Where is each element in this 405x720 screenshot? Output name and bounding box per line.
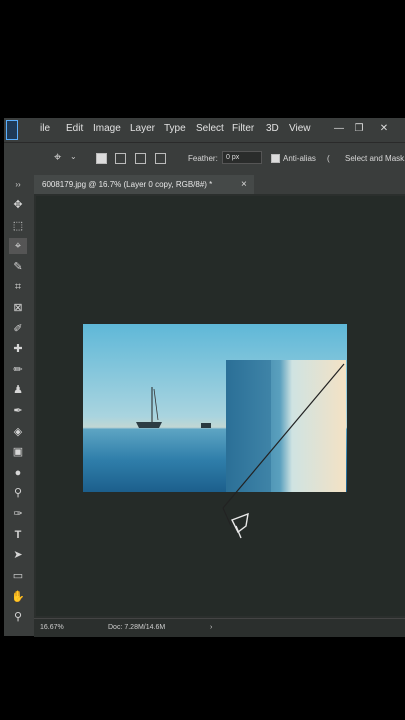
menu-layer[interactable]: Layer <box>130 123 155 134</box>
canvas-area[interactable] <box>36 196 405 616</box>
type-tool-icon[interactable]: T <box>9 527 27 543</box>
history-brush-tool-icon[interactable]: ✒ <box>9 403 27 419</box>
menu-type[interactable]: Type <box>164 123 186 134</box>
rotated-layer-copy <box>226 360 346 492</box>
canvas-artwork <box>83 324 347 539</box>
tab-close-icon[interactable]: × <box>241 175 247 194</box>
rectangle-tool-icon[interactable]: ▭ <box>9 568 27 584</box>
move-tool-icon[interactable]: ✥ <box>9 197 27 213</box>
menu-3d[interactable]: 3D <box>266 123 279 134</box>
clone-stamp-tool-icon[interactable]: ♟ <box>9 382 27 398</box>
eraser-tool-icon[interactable]: ◈ <box>9 424 27 440</box>
healing-brush-tool-icon[interactable]: ✚ <box>9 341 27 357</box>
photoshop-window: ile Edit Image Layer Type Select Filter … <box>4 118 405 637</box>
pen-tool-icon[interactable]: ✑ <box>9 506 27 522</box>
panel-collapse-icon[interactable]: ›› <box>9 177 27 193</box>
subtract-from-selection-button[interactable] <box>135 153 146 164</box>
feather-input[interactable]: 0 px <box>222 151 262 164</box>
intersect-selection-button[interactable] <box>155 153 166 164</box>
doc-size: Doc: 7.28M/14.6M <box>108 624 166 631</box>
lasso-preset-icon[interactable]: ⌖ <box>54 149 61 165</box>
video-frame: ile Edit Image Layer Type Select Filter … <box>0 0 405 720</box>
status-bar: 16.67% Doc: 7.28M/14.6M › <box>34 618 405 637</box>
document-tab-bar: 6008179.jpg @ 16.7% (Layer 0 copy, RGB/8… <box>34 175 405 194</box>
lasso-tool-icon[interactable]: ⌖ <box>9 238 27 254</box>
menu-file[interactable]: ile <box>40 123 50 134</box>
feather-label: Feather: <box>188 154 218 163</box>
frame-tool-icon[interactable]: ⊠ <box>9 300 27 316</box>
menu-edit[interactable]: Edit <box>66 123 83 134</box>
tools-panel: ›› ✥ ⬚ ⌖ ✎ ⌗ ⊠ ✐ ✚ ✏ ♟ ✒ ◈ ▣ ● ⚲ ✑ T ➤ ▭… <box>4 175 34 636</box>
maximize-button[interactable]: ❐ <box>349 120 369 138</box>
zoom-tool-icon[interactable]: ⚲ <box>9 609 27 625</box>
gradient-tool-icon[interactable]: ▣ <box>9 444 27 460</box>
path-selection-tool-icon[interactable]: ➤ <box>9 547 27 563</box>
minimize-button[interactable]: — <box>329 120 349 138</box>
menu-bar: ile Edit Image Layer Type Select Filter … <box>4 118 405 142</box>
brush-tool-icon[interactable]: ✏ <box>9 362 27 378</box>
menu-select[interactable]: Select <box>196 123 224 134</box>
menu-filter[interactable]: Filter <box>232 123 254 134</box>
document-tab[interactable]: 6008179.jpg @ 16.7% (Layer 0 copy, RGB/8… <box>34 175 254 194</box>
chevron-down-icon[interactable]: ⌄ <box>70 152 77 161</box>
select-mask-icon: ( <box>327 154 330 163</box>
antialias-checkbox[interactable] <box>271 154 280 163</box>
antialias-label: Anti-alias <box>283 154 316 163</box>
close-button[interactable]: ✕ <box>374 120 394 138</box>
new-selection-button[interactable] <box>96 153 107 164</box>
status-menu-arrow-icon[interactable]: › <box>210 624 212 631</box>
dodge-tool-icon[interactable]: ⚲ <box>9 485 27 501</box>
lasso-cursor-icon <box>231 512 249 539</box>
zoom-level[interactable]: 16.67% <box>40 624 64 631</box>
small-boat <box>201 423 211 428</box>
select-and-mask-button[interactable]: Select and Mask... <box>345 154 405 163</box>
hand-tool-icon[interactable]: ✋ <box>9 589 27 605</box>
menu-view[interactable]: View <box>289 123 311 134</box>
crop-tool-icon[interactable]: ⌗ <box>9 279 27 295</box>
blur-tool-icon[interactable]: ● <box>9 465 27 481</box>
menu-image[interactable]: Image <box>93 123 121 134</box>
add-to-selection-button[interactable] <box>115 153 126 164</box>
photoshop-logo-icon <box>6 120 18 140</box>
marquee-tool-icon[interactable]: ⬚ <box>9 218 27 234</box>
eyedropper-tool-icon[interactable]: ✐ <box>9 321 27 337</box>
options-bar: ⌖ ⌄ Feather: 0 px Anti-alias ( Select an… <box>4 142 405 175</box>
magic-wand-tool-icon[interactable]: ✎ <box>9 259 27 275</box>
